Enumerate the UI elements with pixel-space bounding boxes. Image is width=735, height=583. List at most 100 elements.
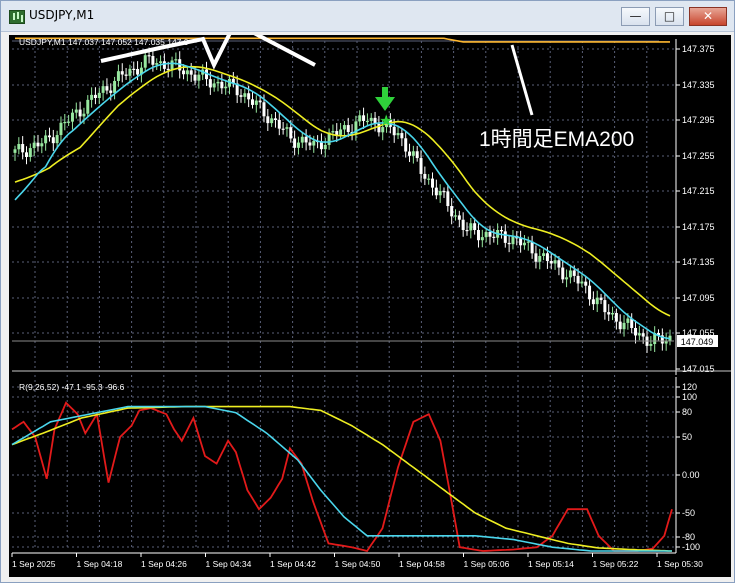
star-signal-icon: ★ — [379, 113, 393, 130]
candle — [24, 146, 28, 165]
chart-canvas[interactable]: 147.375 147.335 147.295 147.255 147.215 147.1… — [9, 20, 731, 577]
candle — [90, 87, 94, 108]
candle — [614, 308, 618, 330]
title-bar[interactable]: USDJPY,M1 — □ ✕ — [1, 1, 734, 32]
candle — [139, 61, 143, 83]
osc-tick-label: 100 — [682, 392, 697, 402]
candle — [331, 124, 335, 140]
candle — [434, 179, 438, 200]
candle — [101, 80, 105, 101]
chart-area[interactable]: 147.375 147.335 147.295 147.255 147.215 147.1… — [9, 20, 731, 577]
candle — [530, 235, 534, 259]
candle — [78, 101, 82, 123]
time-tick-label: 1 Sep 04:42 — [270, 559, 316, 569]
candle — [120, 63, 124, 83]
candle — [13, 145, 17, 161]
candle — [17, 137, 21, 155]
candle — [542, 249, 546, 261]
candle — [465, 222, 469, 236]
candle — [645, 330, 649, 353]
candle — [155, 58, 159, 70]
candle — [469, 218, 473, 239]
oscillator-red-line — [11, 401, 673, 553]
candle — [668, 329, 672, 346]
candle — [70, 108, 74, 130]
candle — [339, 122, 343, 140]
candle — [116, 64, 120, 87]
candle — [185, 66, 189, 82]
candle — [243, 88, 247, 104]
minimize-button[interactable]: — — [621, 7, 650, 26]
candle — [561, 260, 565, 284]
candle — [565, 269, 569, 288]
candle — [492, 228, 496, 243]
candle — [28, 143, 32, 162]
candle — [51, 129, 55, 152]
candle — [362, 107, 366, 129]
candle — [488, 225, 492, 245]
candle — [427, 174, 431, 185]
candle — [591, 291, 595, 311]
candle — [212, 78, 216, 92]
time-tick-label: 1 Sep 04:18 — [77, 559, 123, 569]
price-axis: 147.375 147.335 147.295 147.255 147.215 147.1… — [675, 39, 715, 375]
time-tick-label: 1 Sep 05:06 — [464, 559, 510, 569]
oscillator-info-label: R(9,26,52) -47.1 -95.3 -96.6 — [19, 382, 125, 392]
candle — [411, 145, 415, 164]
candle — [653, 326, 657, 352]
candle — [285, 123, 289, 137]
candle — [40, 138, 44, 154]
candle — [423, 166, 427, 186]
price-tick-label: 147.135 — [682, 257, 715, 267]
candle — [664, 332, 668, 351]
candle — [438, 184, 442, 203]
price-tick-label: 147.255 — [682, 151, 715, 161]
candle — [630, 313, 634, 334]
oscillator-yellow-line — [11, 405, 673, 552]
price-tick-label: 147.375 — [682, 44, 715, 54]
price-tick-label: 147.335 — [682, 80, 715, 90]
candle — [404, 130, 408, 158]
osc-tick-label: -100 — [682, 542, 700, 552]
candle — [270, 114, 274, 127]
candle — [480, 229, 484, 248]
ema-annotation-text: 1時間足EMA200 — [479, 128, 634, 151]
candle — [446, 184, 450, 212]
candle — [660, 328, 664, 351]
time-tick-label: 1 Sep 04:50 — [335, 559, 381, 569]
candle — [599, 293, 603, 305]
candle — [86, 95, 90, 118]
candle — [584, 276, 588, 294]
candle — [507, 234, 511, 253]
candle — [235, 75, 239, 104]
candle — [143, 50, 147, 73]
fast-ma-line — [14, 62, 671, 340]
close-button[interactable]: ✕ — [689, 7, 727, 26]
candle — [522, 235, 526, 250]
candle — [461, 212, 465, 237]
candle — [499, 226, 503, 239]
candle — [159, 55, 163, 72]
candle — [266, 109, 270, 131]
candle — [189, 63, 193, 82]
osc-tick-label: 80 — [682, 407, 692, 417]
time-tick-label: 1 Sep 05:14 — [528, 559, 574, 569]
candle — [250, 91, 254, 109]
candle — [93, 87, 97, 105]
chart-app-icon — [9, 10, 25, 24]
candle — [515, 231, 519, 246]
candle — [442, 187, 446, 198]
maximize-button[interactable]: □ — [655, 7, 684, 26]
maximize-icon: □ — [663, 9, 676, 23]
candle — [47, 127, 51, 142]
candles — [13, 47, 672, 353]
osc-tick-label: 50 — [682, 432, 692, 442]
candle — [588, 279, 592, 306]
candle — [281, 121, 285, 135]
candle — [224, 79, 228, 95]
candle — [293, 130, 297, 156]
candle — [197, 69, 201, 89]
candle — [419, 150, 423, 182]
candle — [611, 306, 615, 321]
time-tick-label: 1 Sep 04:58 — [399, 559, 445, 569]
